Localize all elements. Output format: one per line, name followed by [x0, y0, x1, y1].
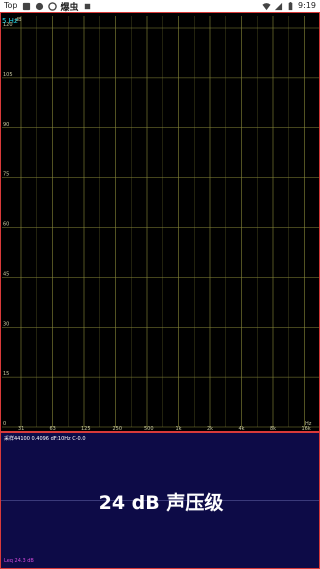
spectrum-grid: 120105907560453015031 63 125 250 500 1k 2k 4k 8k…	[2, 16, 319, 431]
status-bar-right: 9:19	[262, 0, 316, 12]
x-tick-label: 500	[144, 426, 154, 431]
battery-icon	[288, 1, 293, 10]
y-tick-label: 60	[3, 222, 9, 228]
y-tick-label: 15	[3, 371, 9, 377]
spl-readout: 24 dB 声压级	[98, 492, 224, 514]
x-tick-label: 1k	[176, 426, 182, 431]
y-tick-label: 0	[3, 421, 6, 427]
x-tick-label: 63	[50, 426, 56, 431]
spl-panel[interactable]: 采样44100 0.4096 dF:10Hz C-0.0 24 dB 声压级 L…	[0, 432, 320, 569]
status-bar: Top 爆虫 9:19	[0, 0, 320, 13]
status-bar-left: Top 爆虫	[4, 0, 92, 13]
notification-icon	[22, 2, 30, 10]
spectrum-chart[interactable]: 120 105 90 75 60 45 30 15 0 31 63 125 250 500 1k 2k 4k 8k…	[0, 12, 320, 432]
sampling-info: 采样44100 0.4096 dF:10Hz C-0.0	[4, 436, 86, 442]
wifi-icon	[262, 2, 271, 10]
y-tick-label: 75	[3, 172, 9, 178]
x-tick-label: 250	[113, 426, 123, 431]
y-tick-label: 105	[3, 72, 13, 78]
y-tick-label: 30	[3, 321, 9, 327]
x-tick-label: 4k	[239, 426, 245, 431]
x-tick-label: 125	[81, 426, 91, 431]
y-tick-label: 90	[3, 122, 9, 128]
x-tick-label: 2k	[207, 426, 213, 431]
x-unit-label: Hz	[305, 421, 312, 427]
status-left-label: Top	[4, 1, 18, 10]
status-app-name: 爆虫	[60, 2, 79, 13]
notification-icon	[35, 2, 43, 10]
x-tick-label: 31	[18, 426, 24, 431]
x-tick-label: 8k	[270, 426, 276, 431]
app-icon	[84, 3, 90, 9]
notification-icon	[47, 1, 57, 11]
y-tick-label: 45	[3, 271, 9, 277]
signal-icon	[274, 2, 283, 10]
leq-readout: Leq 24.3 dB	[4, 558, 34, 564]
frequency-readout: 5 Hz	[2, 17, 18, 25]
status-time: 9:19	[298, 1, 316, 10]
